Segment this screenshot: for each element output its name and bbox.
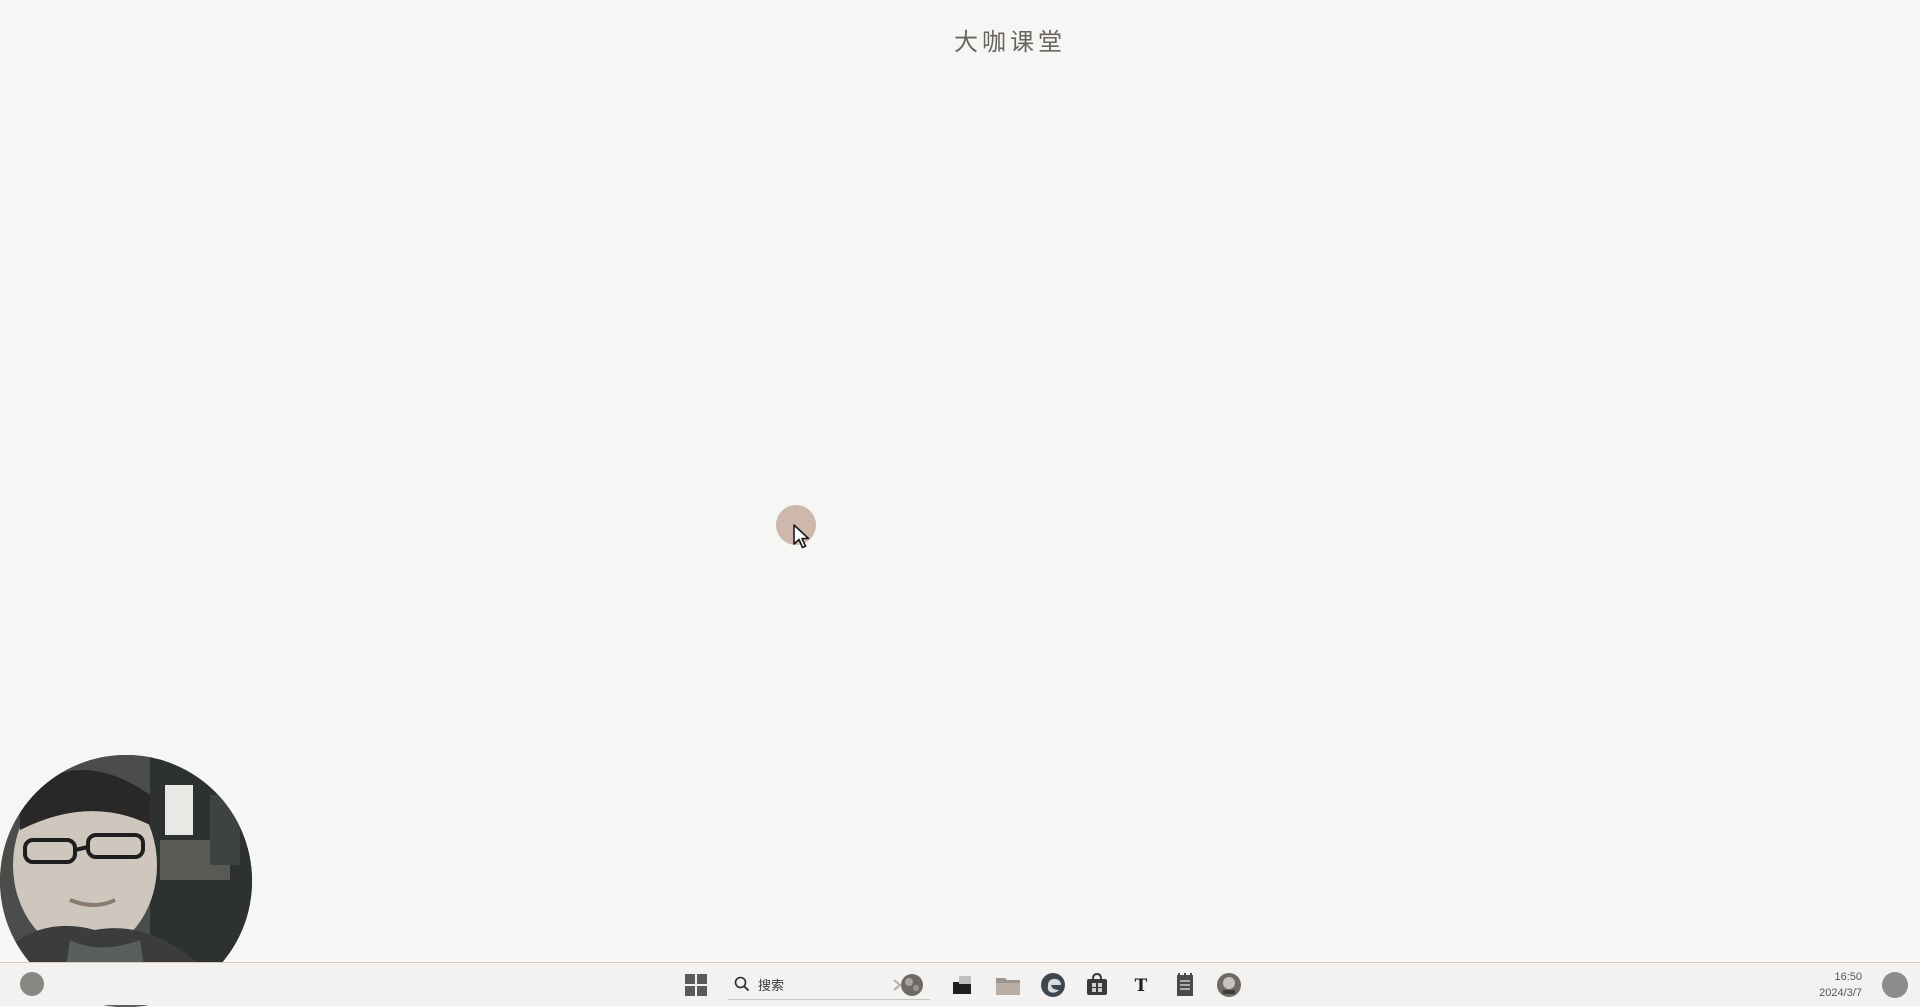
file-explorer-icon[interactable] [994, 971, 1022, 999]
edge-browser-icon[interactable] [1039, 971, 1067, 999]
search-placeholder: 搜索 [758, 978, 785, 994]
clock-time: 16:50 [1834, 971, 1862, 983]
clock-date: 2024/3/7 [1819, 987, 1862, 999]
store-icon[interactable] [1083, 971, 1111, 999]
search-icon [734, 976, 750, 992]
typora-icon[interactable]: T [1127, 971, 1155, 999]
app-icon[interactable] [1215, 971, 1243, 999]
system-clock[interactable]: 16:50 2024/3/7 [1819, 969, 1862, 1001]
svg-text:T: T [1135, 976, 1148, 996]
pointer-icon [793, 524, 810, 549]
watermark-title: 大咖课堂 [954, 28, 1066, 56]
start-icon[interactable] [682, 971, 710, 999]
mouse-cursor [776, 505, 816, 553]
notepad-icon[interactable] [1171, 971, 1199, 999]
taskbar: 搜索 T 16:50 2024/3/7 [0, 962, 1920, 1005]
desktop[interactable]: 大咖课堂 [0, 0, 1920, 1007]
notification-icon[interactable] [1882, 972, 1908, 998]
task-view-icon[interactable] [948, 971, 976, 999]
weather-icon[interactable] [20, 972, 44, 996]
widgets-icon[interactable] [892, 971, 932, 999]
